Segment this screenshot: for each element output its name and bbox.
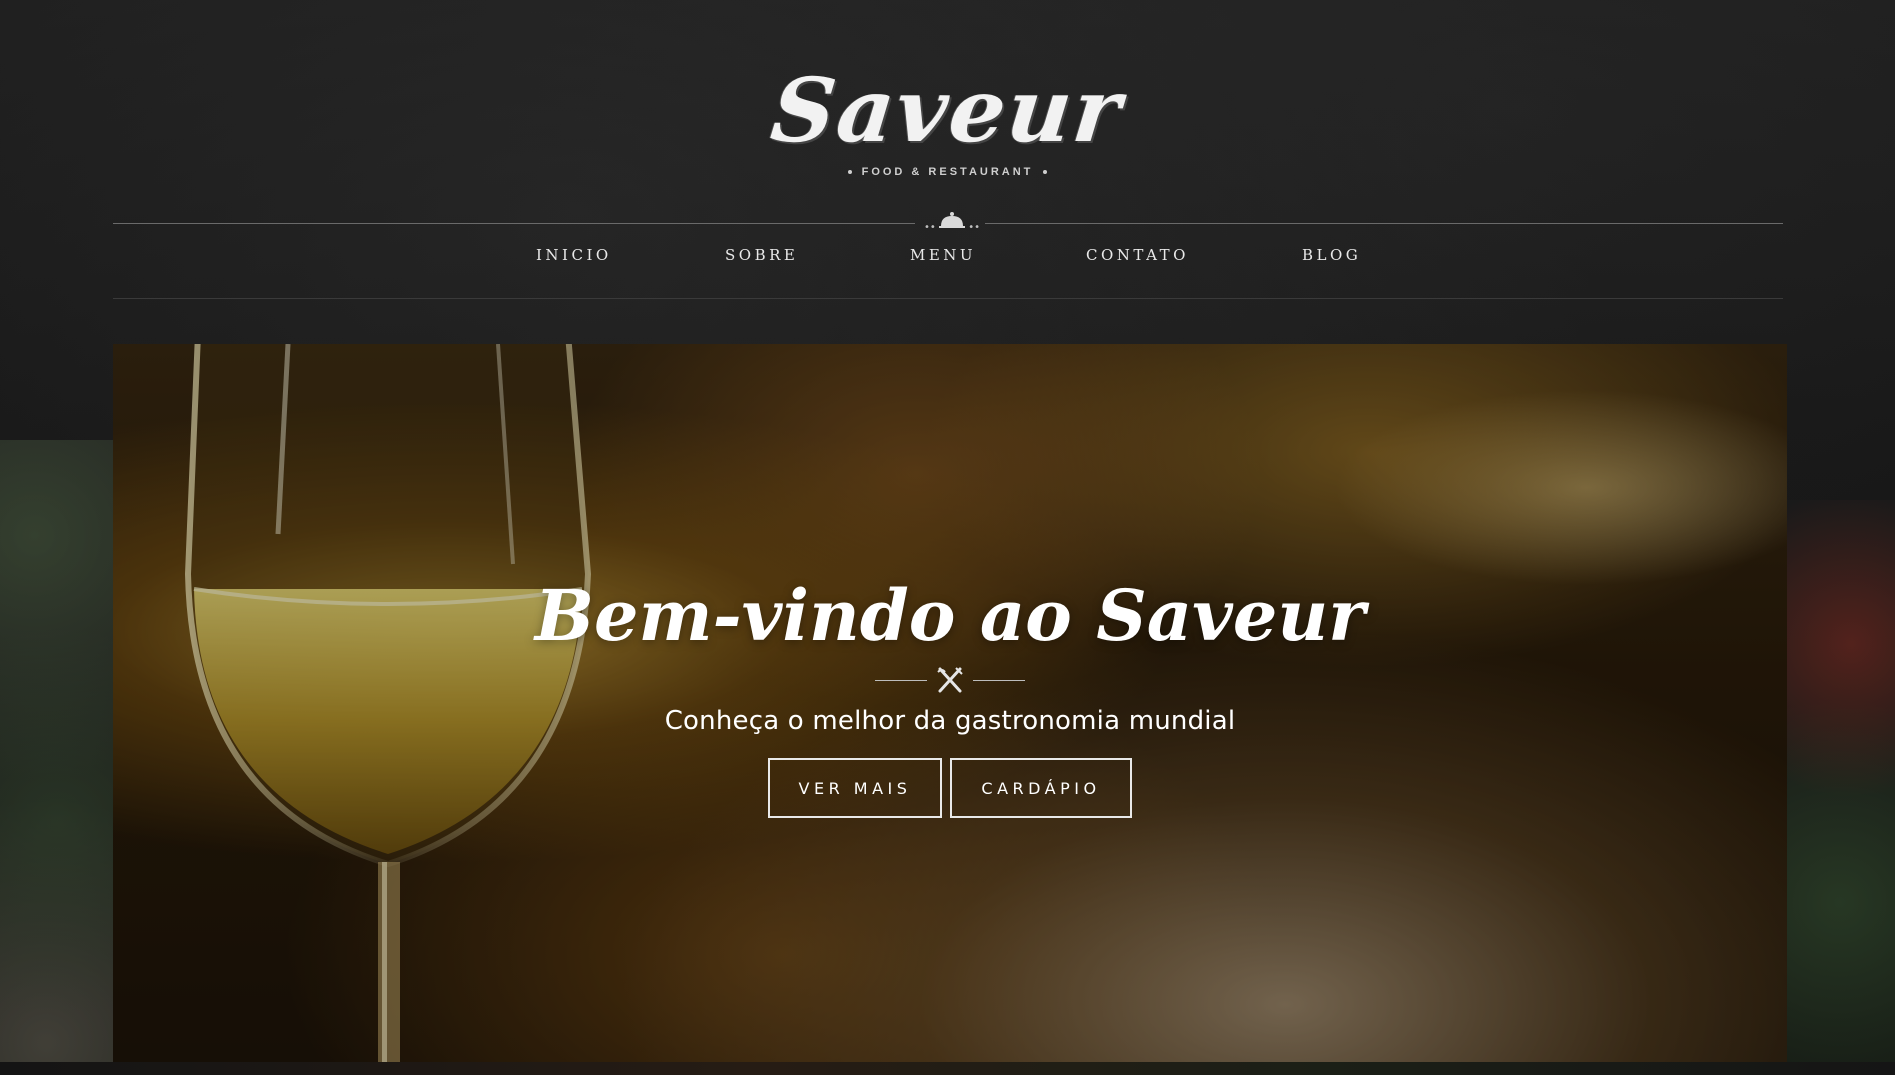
nav-item-menu[interactable]: MENU bbox=[910, 246, 976, 264]
divider-line-right bbox=[985, 223, 1783, 224]
ver-mais-button[interactable]: VER MAIS bbox=[768, 758, 942, 818]
logo[interactable]: Saveur FOOD & RESTAURANT bbox=[0, 58, 1895, 178]
ornament-line-left bbox=[875, 680, 927, 681]
hero-title: Bem-vindo ao Saveur bbox=[534, 574, 1366, 657]
cloche-icon bbox=[939, 212, 965, 228]
logo-tagline: FOOD & RESTAURANT bbox=[0, 166, 1895, 178]
tagline-text: FOOD & RESTAURANT bbox=[861, 166, 1034, 178]
next-section-preview bbox=[0, 1062, 1895, 1075]
herb-decoration-right bbox=[1785, 500, 1895, 1075]
nav-item-sobre[interactable]: SOBRE bbox=[725, 246, 798, 264]
cloche-dots-left: •• bbox=[924, 222, 936, 233]
fork-knife-icon bbox=[937, 667, 963, 693]
nav-item-inicio[interactable]: INICIO bbox=[536, 246, 612, 264]
page: Saveur FOOD & RESTAURANT •• •• INICIO SO… bbox=[0, 0, 1895, 1075]
logo-wordmark: Saveur bbox=[767, 58, 1128, 162]
header-divider: •• •• bbox=[113, 212, 1783, 233]
nav-item-blog[interactable]: BLOG bbox=[1302, 246, 1361, 264]
herb-decoration-left bbox=[0, 440, 115, 1075]
cloche-ornament: •• •• bbox=[924, 210, 980, 233]
hero-ornament bbox=[875, 666, 1025, 696]
tagline-dot-left bbox=[847, 170, 852, 175]
divider-line-left bbox=[113, 223, 915, 224]
cloche-dots-right: •• bbox=[968, 222, 980, 233]
hero-buttons: VER MAIS CARDÁPIO bbox=[113, 758, 1787, 818]
nav-divider bbox=[113, 298, 1783, 299]
hero-banner: Bem-vindo ao Saveur Conheça o melhor da … bbox=[113, 344, 1787, 1062]
hero-content: Bem-vindo ao Saveur Conheça o melhor da … bbox=[113, 574, 1787, 818]
ornament-line-right bbox=[973, 680, 1025, 681]
tagline-dot-right bbox=[1043, 170, 1048, 175]
cardapio-button[interactable]: CARDÁPIO bbox=[950, 758, 1132, 818]
hero-subtitle: Conheça o melhor da gastronomia mundial bbox=[664, 706, 1236, 736]
main-nav: INICIO SOBRE MENU CONTATO BLOG bbox=[0, 246, 1895, 276]
nav-item-contato[interactable]: CONTATO bbox=[1086, 246, 1189, 264]
